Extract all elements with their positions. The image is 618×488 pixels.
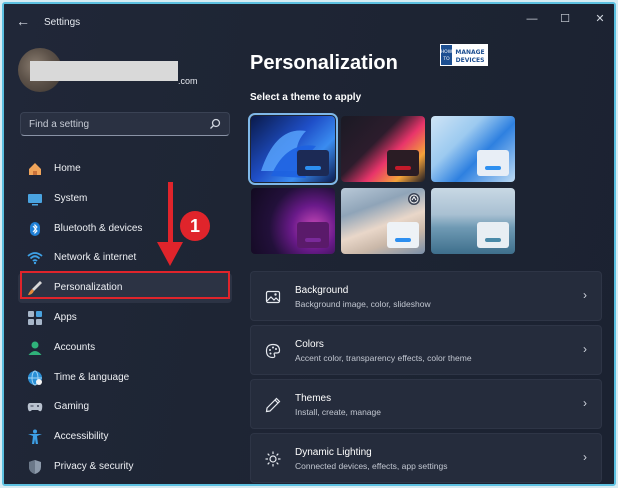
svg-text:HOW: HOW <box>441 49 453 55</box>
svg-text:MANAGE: MANAGE <box>455 49 484 56</box>
lighting-icon <box>265 451 281 467</box>
sidebar-item-accessibility[interactable]: Accessibility <box>18 422 232 452</box>
accent-bar <box>485 238 501 242</box>
apps-icon <box>28 310 42 325</box>
annotation-step-badge: 1 <box>180 211 210 241</box>
sidebar-item-label: Gaming <box>54 401 90 413</box>
accounts-icon <box>28 341 42 355</box>
theme-swatch <box>477 150 509 176</box>
sidebar-item-label: Accessibility <box>54 431 109 443</box>
palette-icon <box>265 343 281 359</box>
watermark-logo: HOW TO MANAGE DEVICES <box>440 44 488 66</box>
title-bar: ← Settings — ☐ ✕ <box>4 4 614 36</box>
sidebar-item-label: Apps <box>54 311 77 323</box>
sidebar-item-label: System <box>54 192 88 204</box>
sidebar-item-label: Time & language <box>54 371 130 383</box>
theme-thumbnail-windows-dark[interactable] <box>248 113 338 185</box>
home-icon <box>29 163 41 175</box>
card-title: Colors <box>295 339 324 350</box>
sidebar-item-home[interactable]: Home <box>18 154 232 184</box>
accent-bar <box>485 166 501 170</box>
theme-swatch <box>477 222 509 248</box>
annotation-arrow-head <box>157 242 183 266</box>
search-placeholder: Find a setting <box>29 119 90 130</box>
card-background[interactable]: Background Background image, color, slid… <box>250 271 602 321</box>
card-themes[interactable]: Themes Install, create, manage › <box>250 379 602 429</box>
account-email-suffix: .com <box>178 76 198 86</box>
card-dynamic-lighting[interactable]: Dynamic Lighting Connected devices, effe… <box>250 433 602 483</box>
annotation-arrow <box>168 182 173 248</box>
sidebar-item-label: Bluetooth & devices <box>54 222 143 234</box>
maximize-button[interactable]: ☐ <box>556 11 574 27</box>
accent-bar <box>395 166 411 170</box>
screenshot-frame: ← Settings — ☐ ✕ .com Find a setting Hom… <box>2 2 616 486</box>
image-icon <box>265 290 281 304</box>
card-subtitle: Background image, color, slideshow <box>295 299 431 309</box>
bluetooth-icon <box>30 221 40 236</box>
close-button[interactable]: ✕ <box>591 11 609 27</box>
theme-swatch <box>387 222 419 248</box>
sidebar-item-label: Network & internet <box>54 252 137 264</box>
theme-thumbnail-captured-motion[interactable] <box>251 188 335 254</box>
card-subtitle: Install, create, manage <box>295 407 381 417</box>
sidebar-item-apps[interactable]: Apps <box>18 303 232 333</box>
app-title: Settings <box>44 17 81 28</box>
redacted-account-name <box>30 61 178 81</box>
theme-swatch <box>387 150 419 176</box>
sidebar-item-accounts[interactable]: Accounts <box>18 333 232 363</box>
svg-text:DEVICES: DEVICES <box>456 57 485 64</box>
accessibility-icon <box>28 429 42 445</box>
sidebar-item-label: Home <box>54 163 81 174</box>
gamepad-icon <box>27 403 43 412</box>
theme-thumbnail-windows-light[interactable] <box>431 116 515 182</box>
minimize-button[interactable]: — <box>523 11 541 27</box>
accent-bar <box>395 238 411 242</box>
settings-window: ← Settings — ☐ ✕ .com Find a setting Hom… <box>4 4 614 484</box>
theme-thumbnail-flow[interactable] <box>341 188 425 254</box>
chevron-right-icon: › <box>583 396 587 410</box>
theme-swatch <box>297 150 329 176</box>
sidebar-item-time-language[interactable]: Time & language <box>18 363 232 393</box>
chevron-right-icon: › <box>583 288 587 302</box>
card-title: Dynamic Lighting <box>295 447 372 458</box>
card-title: Themes <box>295 393 332 404</box>
search-icon <box>210 118 221 129</box>
chevron-right-icon: › <box>583 342 587 356</box>
search-input[interactable]: Find a setting <box>20 112 230 136</box>
page-title: Personalization <box>250 52 398 74</box>
shield-icon <box>29 459 41 474</box>
globe-icon <box>28 370 42 386</box>
sidebar-item-gaming[interactable]: Gaming <box>18 392 232 422</box>
accent-bar <box>305 166 321 170</box>
themes-heading: Select a theme to apply <box>250 92 362 103</box>
sidebar-nav: Home System Bluetooth & devices Network … <box>18 154 232 482</box>
theme-thumbnail-sunrise[interactable] <box>431 188 515 254</box>
card-colors[interactable]: Colors Accent color, transparency effect… <box>250 325 602 375</box>
accent-bar <box>305 238 321 242</box>
system-icon <box>28 193 42 206</box>
sidebar-item-label: Privacy & security <box>54 460 134 472</box>
svg-text:TO: TO <box>442 56 450 62</box>
wifi-icon <box>27 252 43 265</box>
card-subtitle: Connected devices, effects, app settings <box>295 461 448 471</box>
dynamic-theme-icon <box>408 193 420 205</box>
theme-swatch <box>297 222 329 248</box>
theme-thumbnail-glow[interactable] <box>341 116 425 182</box>
pen-icon <box>265 397 281 413</box>
back-arrow-icon[interactable]: ← <box>16 14 30 28</box>
sidebar-item-system[interactable]: System <box>18 184 232 214</box>
annotation-highlight-box <box>20 271 230 299</box>
sidebar-item-privacy[interactable]: Privacy & security <box>18 452 232 482</box>
chevron-right-icon: › <box>583 450 587 464</box>
card-title: Background <box>295 285 349 296</box>
card-subtitle: Accent color, transparency effects, colo… <box>295 353 472 363</box>
sidebar-item-label: Accounts <box>54 341 96 353</box>
sidebar-item-network[interactable]: Network & internet <box>18 243 232 273</box>
